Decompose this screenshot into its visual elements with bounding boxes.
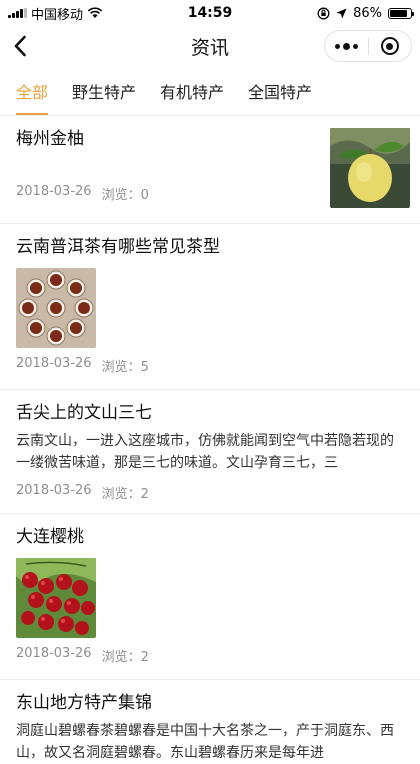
- tab-national[interactable]: 全国特产: [238, 66, 322, 115]
- article-item[interactable]: 舌尖上的文山三七 云南文山，一进入这座城市，仿佛就能闻到空气中若隐若现的一缕微苦…: [0, 390, 420, 514]
- back-button[interactable]: [0, 26, 40, 66]
- article-views: 浏览：2: [102, 646, 149, 665]
- article-title: 舌尖上的文山三七: [16, 403, 152, 423]
- article-meta: 2018-03-26 浏览：5: [16, 356, 404, 375]
- views-count: 2: [140, 650, 149, 666]
- article-title: 云南普洱茶有哪些常见茶型: [16, 237, 220, 257]
- article-text: 梅州金柚 2018-03-26 浏览：0: [16, 128, 149, 208]
- article-title: 东山地方特产集锦: [16, 693, 152, 713]
- article-summary: 云南文山，一进入这座城市，仿佛就能闻到空气中若隐若现的一缕微苦味道，那是三七的味…: [16, 433, 394, 472]
- article-item[interactable]: 云南普洱茶有哪些常见茶型 2018-03-26 浏览：5: [0, 224, 420, 390]
- views-count: 5: [140, 360, 149, 376]
- views-count: 2: [140, 487, 149, 503]
- miniprogram-capsule: [324, 30, 412, 62]
- target-icon: [380, 37, 399, 55]
- tab-all[interactable]: 全部: [6, 66, 58, 115]
- cherries-image: [16, 558, 96, 639]
- nav-bar: 资讯: [0, 26, 420, 66]
- status-bar: 中国移动 14:59 86%: [0, 0, 420, 26]
- article-title: 梅州金柚: [16, 129, 84, 149]
- article-list: 梅州金柚 2018-03-26 浏览：0 云南普洱茶有哪些常见茶型 2018-0…: [0, 116, 420, 764]
- views-label: 浏览：: [101, 188, 141, 204]
- article-date: 2018-03-26: [16, 184, 92, 200]
- article-date: 2018-03-26: [16, 646, 92, 662]
- tab-organic[interactable]: 有机特产: [150, 66, 234, 115]
- views-label: 浏览：: [101, 360, 141, 376]
- category-tabs: 全部 野生特产 有机特产 全国特产: [0, 66, 420, 116]
- views-label: 浏览：: [101, 650, 141, 666]
- article-summary: 洞庭山碧螺春茶碧螺春是中国十大名茶之一，产于洞庭东、西山，故又名洞庭碧螺春。东山…: [16, 723, 394, 762]
- article-views: 浏览：5: [102, 356, 149, 375]
- article-meta: 2018-03-26 浏览：2: [16, 483, 404, 502]
- article-meta: 2018-03-26 浏览：0: [16, 184, 149, 203]
- close-miniprogram-button[interactable]: [369, 31, 412, 61]
- tab-wild[interactable]: 野生特产: [62, 66, 146, 115]
- article-views: 浏览：0: [102, 184, 149, 203]
- more-dots-icon: [334, 42, 358, 50]
- more-button[interactable]: [325, 31, 368, 61]
- views-label: 浏览：: [101, 487, 141, 503]
- battery-icon: [388, 7, 414, 19]
- article-title: 大连樱桃: [16, 527, 84, 547]
- chevron-left-icon: [14, 35, 26, 57]
- article-date: 2018-03-26: [16, 483, 92, 499]
- article-meta: 2018-03-26 浏览：2: [16, 646, 404, 665]
- article-item[interactable]: 梅州金柚 2018-03-26 浏览：0: [0, 116, 420, 224]
- article-item[interactable]: 大连樱桃 2018-03-26 浏览：2: [0, 514, 420, 680]
- tea-cups-image: [16, 268, 96, 349]
- article-row: 梅州金柚 2018-03-26 浏览：0: [16, 128, 410, 208]
- article-views: 浏览：2: [102, 483, 149, 502]
- pomelo-image: [330, 128, 410, 208]
- views-count: 0: [140, 188, 149, 204]
- article-date: 2018-03-26: [16, 356, 92, 372]
- article-item[interactable]: 东山地方特产集锦 洞庭山碧螺春茶碧螺春是中国十大名茶之一，产于洞庭东、西山，故又…: [0, 680, 420, 764]
- status-time: 14:59: [187, 5, 233, 21]
